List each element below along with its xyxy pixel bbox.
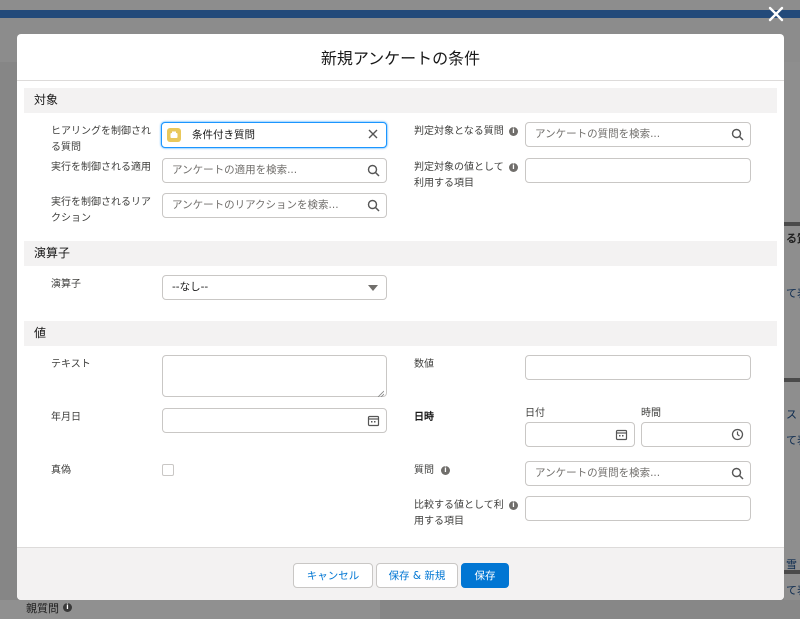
modal-footer: キャンセル 保存 & 新規 保存 — [17, 547, 784, 600]
apply-search-input[interactable]: アンケートの適用を検索... — [162, 158, 387, 183]
hearing-question-lookup[interactable]: 条件付き質問 — [161, 122, 387, 148]
time-sub-label: 時間 — [641, 408, 661, 419]
section-target: 対象 — [24, 88, 777, 113]
hearing-question-label: ヒアリングを制御される質問 — [51, 126, 151, 153]
number-label: 数値 — [414, 359, 434, 370]
search-icon — [367, 199, 380, 212]
info-icon[interactable]: i — [441, 466, 450, 475]
clear-selection-icon[interactable] — [366, 127, 380, 141]
reaction-search-input[interactable]: アンケートのリアクションを検索... — [162, 193, 387, 218]
text-textarea[interactable] — [162, 355, 387, 398]
apply-search-placeholder: アンケートの適用を検索... — [172, 164, 298, 176]
new-condition-modal: 新規アンケートの条件 対象 ヒアリングを制御される質問 条件付き質問 実行を制御… — [17, 34, 784, 600]
reaction-label: 実行を制御されるリアクション — [51, 197, 151, 224]
bg-card-right — [784, 62, 800, 619]
judge-question-placeholder: アンケートの質問を検索... — [535, 128, 661, 140]
datetime-date-input[interactable] — [525, 422, 635, 447]
chevron-down-icon — [368, 285, 378, 291]
search-icon — [367, 164, 380, 177]
operator-selected: --なし-- — [172, 281, 209, 293]
calendar-icon[interactable] — [615, 428, 628, 441]
date-input[interactable] — [162, 408, 387, 433]
judge-question-label: 判定対象となる質問 — [414, 126, 504, 137]
reaction-search-placeholder: アンケートのリアクションを検索... — [172, 199, 339, 211]
date-label: 年月日 — [51, 412, 81, 423]
operator-label: 演算子 — [51, 279, 81, 290]
judge-question-search-input[interactable]: アンケートの質問を検索... — [525, 122, 751, 147]
bg-top-bar — [0, 0, 800, 10]
question-search-input[interactable]: アンケートの質問を検索... — [525, 461, 751, 486]
text-label: テキスト — [51, 359, 91, 370]
bg-divider — [784, 570, 800, 574]
number-input[interactable] — [525, 355, 751, 380]
compare-input[interactable] — [525, 496, 751, 521]
judge-value-input[interactable] — [525, 158, 751, 183]
calendar-icon[interactable] — [367, 414, 380, 427]
bool-label: 真偽 — [51, 465, 71, 476]
compare-label: 比較する値として利用する項目 — [414, 500, 504, 527]
close-icon[interactable] — [766, 5, 786, 25]
bg-divider — [784, 222, 800, 226]
modal-header: 新規アンケートの条件 — [17, 34, 784, 81]
search-icon — [731, 128, 744, 141]
question-label: 質問 — [414, 465, 434, 476]
operator-select[interactable]: --なし-- — [162, 275, 387, 300]
bg-parent-question-label: 親質問 — [26, 602, 59, 615]
cancel-button[interactable]: キャンセル — [293, 563, 373, 588]
question-record-icon — [167, 128, 181, 142]
bg-header-band — [0, 10, 800, 18]
save-button[interactable]: 保存 — [461, 563, 509, 588]
bg-text: て表 — [786, 287, 800, 300]
datetime-time-input[interactable] — [641, 422, 751, 447]
bg-text: て表 — [786, 434, 800, 447]
bg-card-bottom-right — [390, 600, 800, 619]
info-icon[interactable]: i — [509, 163, 518, 172]
section-value: 値 — [24, 321, 777, 346]
bool-checkbox[interactable] — [162, 464, 174, 476]
bg-divider — [784, 378, 800, 382]
bg-text: て表 — [786, 584, 800, 597]
bg-text: ス — [786, 408, 797, 421]
info-icon[interactable]: i — [509, 501, 518, 510]
section-operator: 演算子 — [24, 241, 777, 266]
question-search-placeholder: アンケートの質問を検索... — [535, 467, 661, 479]
datetime-label: 日時 — [414, 412, 434, 423]
modal-title: 新規アンケートの条件 — [320, 49, 481, 68]
save-and-new-button[interactable]: 保存 & 新規 — [376, 563, 458, 588]
info-icon: i — [63, 603, 72, 612]
bg-text: る質 — [786, 232, 800, 245]
hearing-question-selected: 条件付き質問 — [192, 129, 255, 141]
clock-icon[interactable] — [731, 428, 744, 441]
apply-label: 実行を制御される適用 — [51, 162, 151, 173]
info-icon[interactable]: i — [509, 127, 518, 136]
date-sub-label: 日付 — [525, 408, 545, 419]
judge-value-label: 判定対象の値として利用する項目 — [414, 162, 504, 189]
search-icon — [731, 467, 744, 480]
resize-grip-icon[interactable] — [377, 387, 385, 398]
